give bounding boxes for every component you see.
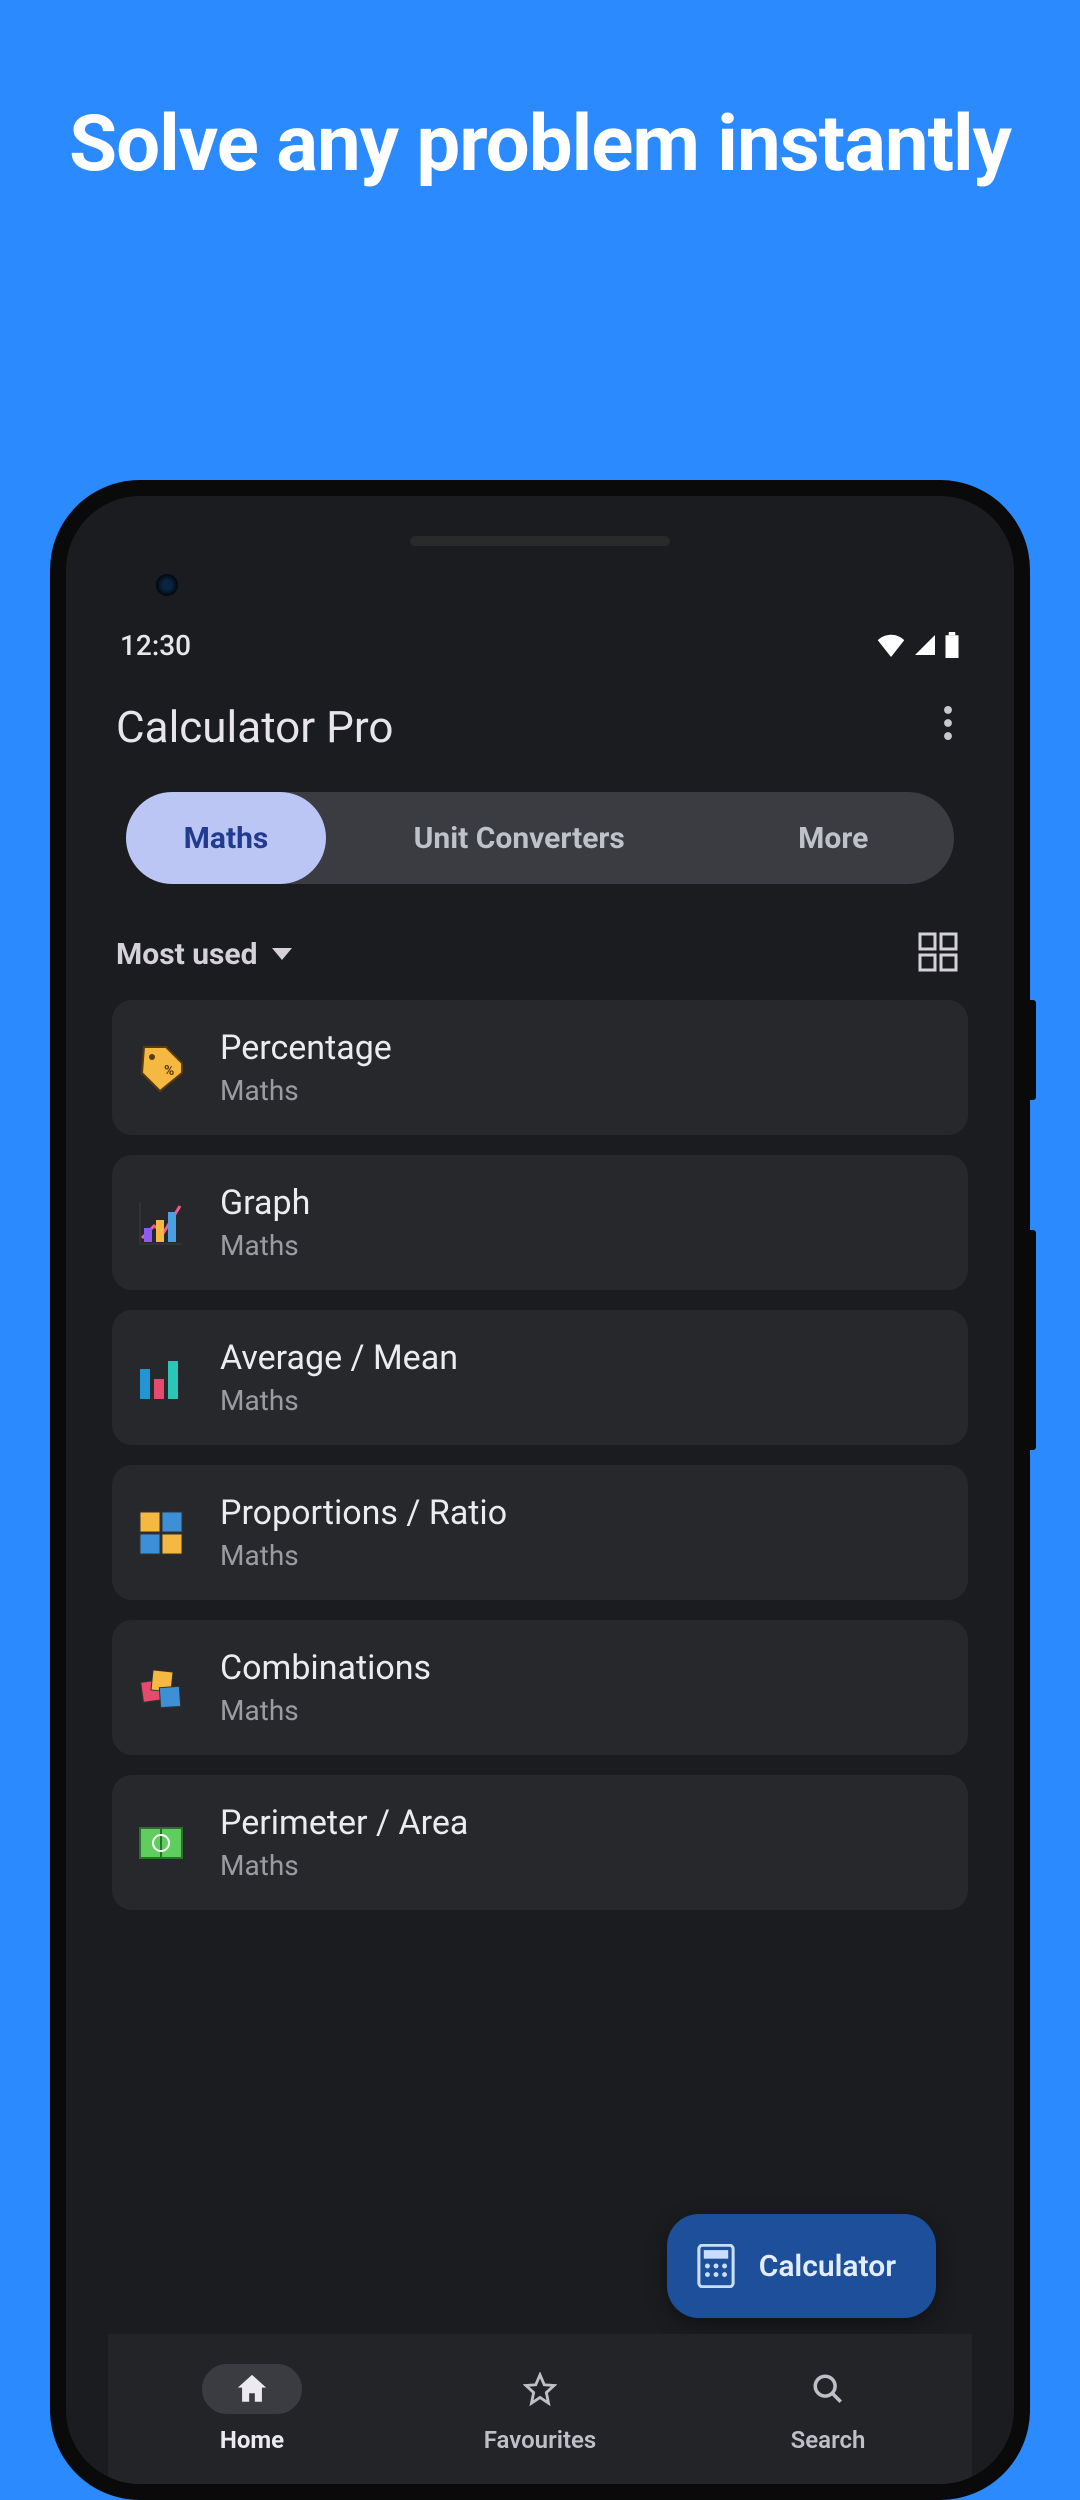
list-item[interactable]: Average / Mean Maths: [112, 1310, 968, 1445]
list-item[interactable]: Proportions / Ratio Maths: [112, 1465, 968, 1600]
calculator-list: % Percentage Maths Graph Maths: [108, 1000, 972, 1910]
home-icon: [235, 2372, 269, 2406]
list-item[interactable]: Perimeter / Area Maths: [112, 1775, 968, 1910]
app-screen: 12:30 Calculator Pro Maths Unit Converte…: [108, 616, 972, 2484]
hero-title: Solve any problem instantly: [0, 100, 1080, 190]
grid-icon: [918, 932, 958, 972]
item-title: Graph: [220, 1183, 310, 1223]
app-title: Calculator Pro: [116, 701, 393, 753]
nav-search[interactable]: Search: [684, 2334, 972, 2484]
item-subtitle: Maths: [220, 1384, 458, 1417]
phone-speaker: [410, 536, 670, 546]
sort-label: Most used: [116, 937, 258, 972]
item-subtitle: Maths: [220, 1539, 507, 1572]
tab-more[interactable]: More: [712, 792, 954, 884]
phone-camera: [156, 574, 178, 596]
overflow-menu-button[interactable]: [932, 698, 964, 756]
search-icon: [811, 2372, 845, 2406]
percentage-tag-icon: %: [134, 1041, 188, 1095]
filter-row: Most used: [108, 884, 972, 1000]
sort-dropdown[interactable]: Most used: [116, 937, 292, 972]
category-tabs: Maths Unit Converters More: [126, 792, 954, 884]
more-vert-icon: [944, 706, 952, 740]
nav-home[interactable]: Home: [108, 2334, 396, 2484]
status-time: 12:30: [120, 629, 191, 662]
area-icon: [134, 1816, 188, 1870]
svg-text:%: %: [164, 1063, 174, 1079]
list-item[interactable]: % Percentage Maths: [112, 1000, 968, 1135]
battery-icon: [944, 632, 960, 658]
item-title: Proportions / Ratio: [220, 1493, 507, 1533]
phone-side-button: [1026, 1230, 1036, 1450]
graph-icon: [134, 1196, 188, 1250]
item-title: Combinations: [220, 1648, 431, 1688]
list-item[interactable]: Combinations Maths: [112, 1620, 968, 1755]
tab-unit-converters[interactable]: Unit Converters: [326, 792, 712, 884]
star-icon: [523, 2372, 557, 2406]
item-title: Percentage: [220, 1028, 392, 1068]
bottom-navigation: Home Favourites Search: [108, 2334, 972, 2484]
item-subtitle: Maths: [220, 1849, 468, 1882]
layout-toggle-button[interactable]: [912, 928, 964, 980]
calculator-icon: [697, 2244, 735, 2288]
item-subtitle: Maths: [220, 1229, 310, 1262]
item-title: Perimeter / Area: [220, 1803, 468, 1843]
calculator-fab[interactable]: Calculator: [667, 2214, 936, 2318]
fab-label: Calculator: [759, 2249, 896, 2284]
phone-side-button: [1026, 1000, 1036, 1100]
wifi-icon: [876, 633, 906, 657]
item-subtitle: Maths: [220, 1074, 392, 1107]
phone-frame: 12:30 Calculator Pro Maths Unit Converte…: [50, 480, 1030, 2500]
nav-label: Home: [220, 2426, 284, 2454]
item-subtitle: Maths: [220, 1694, 431, 1727]
status-bar: 12:30: [108, 616, 972, 674]
nav-favourites[interactable]: Favourites: [396, 2334, 684, 2484]
signal-icon: [912, 633, 938, 657]
nav-label: Search: [791, 2426, 866, 2454]
app-header: Calculator Pro: [108, 674, 972, 780]
item-title: Average / Mean: [220, 1338, 458, 1378]
barchart-icon: [134, 1351, 188, 1405]
list-item[interactable]: Graph Maths: [112, 1155, 968, 1290]
nav-label: Favourites: [484, 2426, 597, 2454]
combinations-icon: [134, 1661, 188, 1715]
proportions-icon: [134, 1506, 188, 1560]
tab-maths[interactable]: Maths: [126, 792, 326, 884]
chevron-down-icon: [272, 948, 292, 960]
status-icons: [876, 632, 960, 658]
